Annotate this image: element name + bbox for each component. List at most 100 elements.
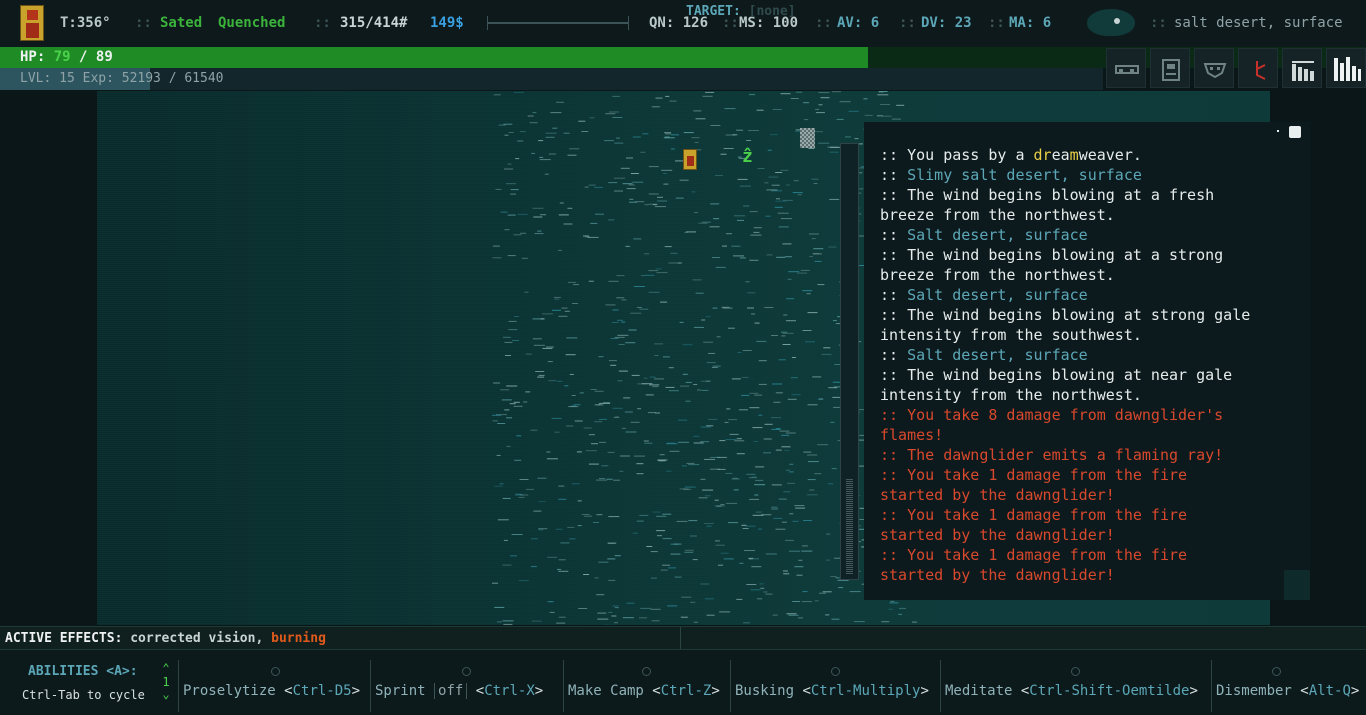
salt-speckle xyxy=(525,391,531,393)
effect-burning: burning xyxy=(271,631,326,646)
salt-speckle xyxy=(781,335,786,337)
salt-speckle xyxy=(612,407,623,409)
log-close-button[interactable] xyxy=(1289,126,1301,138)
salt-speckle xyxy=(700,441,710,443)
weather-icon xyxy=(1087,9,1135,36)
stats-icon[interactable] xyxy=(1282,48,1322,88)
salt-speckle xyxy=(598,561,609,563)
salt-speckle xyxy=(615,137,620,139)
salt-speckle xyxy=(727,327,735,329)
log-text-segment: Salt desert, surface xyxy=(907,286,1088,304)
salt-speckle xyxy=(742,350,752,351)
salt-speckle xyxy=(572,303,578,304)
salt-speckle xyxy=(588,463,599,465)
ability-label: Make Camp <Ctrl-Z> xyxy=(568,683,720,699)
salt-speckle xyxy=(585,450,597,452)
salt-speckle xyxy=(823,347,831,349)
message-log-scrollbar[interactable] xyxy=(840,143,859,580)
log-indicator-dot xyxy=(1277,130,1279,132)
salt-speckle xyxy=(831,468,837,470)
salt-speckle xyxy=(759,583,764,585)
salt-speckle xyxy=(716,336,721,338)
salt-speckle xyxy=(604,140,614,142)
chevron-down-icon[interactable]: ⌄ xyxy=(160,688,172,700)
salt-speckle xyxy=(771,484,782,486)
salt-speckle xyxy=(632,136,641,138)
salt-speckle xyxy=(802,290,813,292)
salt-speckle xyxy=(532,112,537,114)
character-icon[interactable] xyxy=(1194,48,1234,88)
salt-speckle xyxy=(545,136,555,138)
salt-speckle xyxy=(503,539,508,541)
ability-toggle-state[interactable]: off xyxy=(434,683,468,699)
salt-speckle xyxy=(876,115,883,117)
salt-speckle xyxy=(720,552,729,554)
ability-slot[interactable]: Meditate <Ctrl-Shift-Oemtilde> xyxy=(940,660,1211,712)
log-text-segment: :: The wind begins blowing at a fresh xyxy=(880,186,1215,204)
salt-speckle xyxy=(670,553,681,555)
log-message-line: :: You pass by a dreamweaver. xyxy=(880,145,1300,165)
log-message-line: breeze from the northwest. xyxy=(880,265,1300,285)
abilities-pager[interactable]: ⌃ 1 ⌄ xyxy=(160,662,172,700)
salt-speckle xyxy=(506,417,513,419)
player-portrait[interactable] xyxy=(20,5,44,41)
salt-speckle xyxy=(775,428,781,430)
salt-speckle xyxy=(504,229,510,231)
salt-speckle xyxy=(685,381,692,383)
salt-speckle xyxy=(797,194,802,196)
scanline xyxy=(97,609,1270,610)
scrollbar-thumb[interactable] xyxy=(846,479,853,574)
salt-speckle xyxy=(783,573,790,575)
salt-speckle xyxy=(688,464,700,466)
salt-speckle xyxy=(629,201,637,203)
salt-speckle xyxy=(756,340,767,342)
chevron-up-icon[interactable]: ⌃ xyxy=(160,662,172,674)
salt-speckle xyxy=(583,574,590,575)
quests-icon[interactable] xyxy=(1238,48,1278,88)
salt-speckle xyxy=(818,104,823,106)
ability-slot[interactable]: Sprint off <Ctrl-X> xyxy=(370,660,563,712)
salt-speckle xyxy=(749,498,760,500)
salt-speckle xyxy=(758,383,767,385)
salt-speckle xyxy=(665,95,670,97)
salt-speckle xyxy=(567,207,573,209)
log-message-line: started by the dawnglider! xyxy=(880,485,1300,505)
salt-speckle xyxy=(790,377,798,379)
salt-speckle xyxy=(569,374,574,375)
salt-speckle xyxy=(737,219,744,221)
log-message-line: flames! xyxy=(880,425,1300,445)
salt-speckle xyxy=(778,498,787,500)
ability-slot[interactable]: Proselytize <Ctrl-D5> xyxy=(178,660,370,712)
salt-speckle xyxy=(510,193,517,195)
ability-slot[interactable]: Dismember <Alt-Q> xyxy=(1211,660,1366,712)
salt-speckle xyxy=(558,570,569,572)
scanline xyxy=(97,111,1270,112)
salt-speckle xyxy=(738,409,748,411)
salt-speckle xyxy=(516,435,522,437)
ability-slot[interactable]: Busking <Ctrl-Multiply> xyxy=(730,660,940,712)
salt-speckle xyxy=(708,418,718,420)
salt-speckle xyxy=(542,347,553,349)
salt-speckle xyxy=(807,312,818,314)
salt-speckle xyxy=(695,292,704,294)
salt-speckle xyxy=(660,569,668,571)
dreamweaver-creature[interactable]: ẑ xyxy=(742,146,753,167)
abilities-title[interactable]: ABILITIES <A>: xyxy=(28,664,138,679)
salt-speckle xyxy=(599,441,607,443)
inventory-icon[interactable] xyxy=(1150,48,1190,88)
salt-speckle xyxy=(781,521,787,523)
salt-speckle xyxy=(517,213,528,215)
salt-speckle xyxy=(558,315,568,317)
ability-slot[interactable]: Make Camp <Ctrl-Z> xyxy=(563,660,730,712)
equipment-icon[interactable] xyxy=(1106,48,1146,88)
salt-speckle xyxy=(763,438,772,440)
log-text-segment: weaver. xyxy=(1078,146,1142,164)
ability-hotkey-text: Ctrl-D5 xyxy=(292,683,352,699)
salt-speckle xyxy=(743,205,750,207)
salt-speckle xyxy=(806,293,811,295)
salt-speckle xyxy=(794,505,805,507)
salt-speckle xyxy=(626,188,636,190)
salt-speckle xyxy=(826,533,831,535)
journal-icon[interactable] xyxy=(1326,48,1366,88)
salt-speckle xyxy=(814,473,822,475)
